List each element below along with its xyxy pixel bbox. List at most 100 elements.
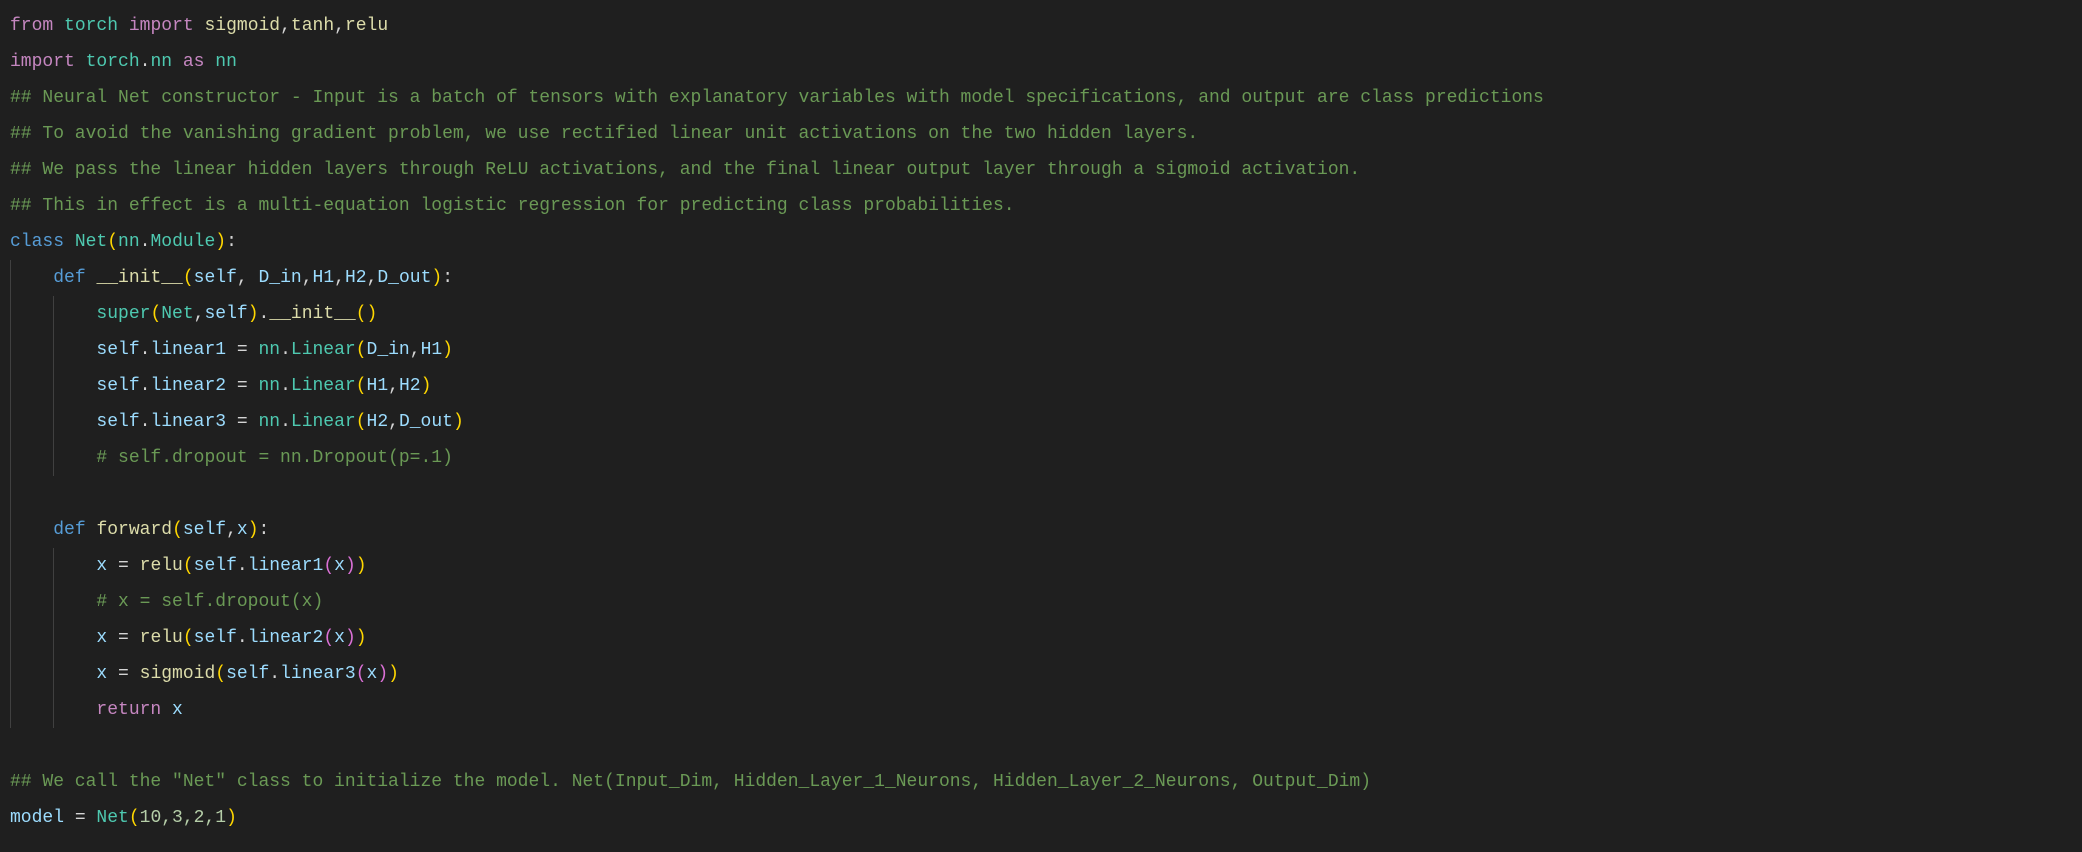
code-token: . <box>139 412 151 432</box>
code-token: ( <box>355 412 367 432</box>
code-token: torch <box>85 52 140 72</box>
code-line[interactable]: from torch import sigmoid,tanh,relu <box>10 8 1544 44</box>
code-token: __init__ <box>269 304 356 324</box>
indent-guide <box>53 296 54 476</box>
code-token: = <box>226 412 259 432</box>
code-line[interactable]: ## To avoid the vanishing gradient probl… <box>10 116 1544 152</box>
code-line[interactable]: self.linear3 = nn.Linear(H2,D_out) <box>10 404 1544 440</box>
code-line[interactable]: ## This in effect is a multi-equation lo… <box>10 188 1544 224</box>
code-line[interactable]: model = Net(10,3,2,1) <box>10 800 1544 836</box>
code-line[interactable]: ## We pass the linear hidden layers thro… <box>10 152 1544 188</box>
code-token: linear2 <box>150 376 227 396</box>
code-token: x <box>334 556 345 576</box>
code-line[interactable]: def forward(self,x): <box>10 512 1544 548</box>
code-token: . <box>139 232 151 252</box>
code-line[interactable]: ## Neural Net constructor - Input is a b… <box>10 80 1544 116</box>
code-token: H2 <box>344 268 367 288</box>
code-token: . <box>236 628 248 648</box>
code-token: D_in <box>258 268 302 288</box>
code-token: = <box>107 556 140 576</box>
code-token: Linear <box>290 412 356 432</box>
code-token: ) <box>431 268 443 288</box>
code-token: ( <box>215 664 227 684</box>
code-token: x <box>366 664 378 684</box>
code-token: x <box>334 628 345 648</box>
code-token: relu <box>344 16 389 36</box>
code-token: , <box>193 304 205 324</box>
code-token: x <box>236 520 248 540</box>
code-token: , <box>334 16 345 36</box>
code-token: ) <box>377 664 389 684</box>
code-line[interactable]: # self.dropout = nn.Dropout(p=.1) <box>10 440 1544 476</box>
code-token: self <box>193 556 237 576</box>
code-line[interactable]: x = relu(self.linear1(x)) <box>10 548 1544 584</box>
code-token: x <box>172 700 183 720</box>
code-token: Net <box>74 232 108 252</box>
code-token: ## This in effect is a multi-equation lo… <box>10 196 1015 216</box>
code-token: , <box>301 268 313 288</box>
code-line[interactable]: x = sigmoid(self.linear3(x)) <box>10 656 1544 692</box>
code-token: : <box>226 232 237 252</box>
code-token: import <box>10 52 75 72</box>
code-token: ) <box>442 340 453 360</box>
code-token: ( <box>323 556 335 576</box>
code-token: ) <box>420 376 432 396</box>
code-line[interactable] <box>10 728 1544 764</box>
code-line[interactable]: # x = self.dropout(x) <box>10 584 1544 620</box>
code-token: . <box>269 664 281 684</box>
code-token: # self.dropout = nn.Dropout(p=.1) <box>96 448 453 468</box>
code-token: nn <box>258 340 281 360</box>
code-token: self <box>96 412 140 432</box>
code-token: ( <box>172 520 183 540</box>
code-line[interactable] <box>10 476 1544 512</box>
code-token: , <box>280 16 291 36</box>
code-token: forward <box>96 520 173 540</box>
code-token: . <box>139 340 151 360</box>
code-token: self <box>193 268 237 288</box>
code-line[interactable]: self.linear1 = nn.Linear(D_in,H1) <box>10 332 1544 368</box>
code-line[interactable]: import torch.nn as nn <box>10 44 1544 80</box>
code-token: ) <box>226 808 237 828</box>
code-token: linear2 <box>247 628 324 648</box>
code-token: import <box>128 16 194 36</box>
code-token: ) <box>247 520 259 540</box>
code-token: ## To avoid the vanishing gradient probl… <box>10 124 1199 144</box>
code-token: model <box>10 808 65 828</box>
code-token: ( <box>355 664 367 684</box>
code-line[interactable]: def __init__(self, D_in,H1,H2,D_out): <box>10 260 1544 296</box>
code-token: nn <box>258 412 281 432</box>
code-token: sigmoid <box>139 664 216 684</box>
code-token: self <box>204 304 248 324</box>
code-token: = <box>226 340 259 360</box>
code-token: Linear <box>290 340 356 360</box>
code-line[interactable]: class Net(nn.Module): <box>10 224 1544 260</box>
code-token: . <box>236 556 248 576</box>
code-line[interactable]: self.linear2 = nn.Linear(H1,H2) <box>10 368 1544 404</box>
code-token: torch <box>64 16 119 36</box>
code-token: , <box>226 520 237 540</box>
code-line[interactable]: ## We call the "Net" class to initialize… <box>10 764 1544 800</box>
code-token: Net <box>161 304 194 324</box>
code-line[interactable]: super(Net,self).__init__() <box>10 296 1544 332</box>
code-token: from <box>10 16 54 36</box>
code-token: . <box>280 412 291 432</box>
code-token: , <box>409 340 421 360</box>
code-token: nn <box>258 376 281 396</box>
code-token: 10,3,2,1 <box>139 808 227 828</box>
code-token: linear1 <box>247 556 324 576</box>
code-token: linear1 <box>150 340 227 360</box>
code-token: x <box>96 664 108 684</box>
code-token: = <box>226 376 259 396</box>
code-token: nn <box>150 52 173 72</box>
code-line[interactable]: x = relu(self.linear2(x)) <box>10 620 1544 656</box>
code-token: H1 <box>366 376 389 396</box>
code-editor[interactable]: from torch import sigmoid,tanh,relu impor… <box>10 8 1544 836</box>
code-token: Net <box>96 808 129 828</box>
code-token: D_out <box>398 412 453 432</box>
code-token: ( <box>182 268 194 288</box>
code-line[interactable]: return x <box>10 692 1544 728</box>
